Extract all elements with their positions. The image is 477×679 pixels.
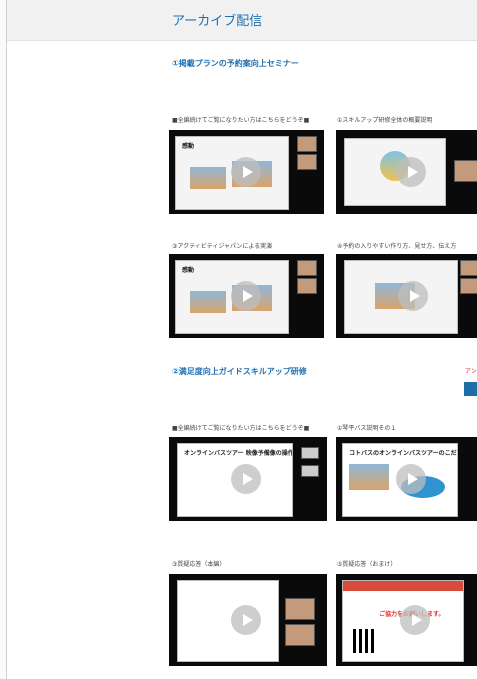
video-thumbnail[interactable]: 感動 — [169, 130, 324, 214]
video-thumbnail[interactable]: 感動 — [169, 254, 324, 338]
photo — [190, 291, 226, 313]
video-caption: ⑤質疑応答（おまけ） — [337, 561, 397, 568]
video-caption: ③アクティビティジャパンによる実演 — [172, 243, 273, 250]
video-thumbnail[interactable]: オンラインバスツアー 映像予備像の操作 — [169, 437, 327, 521]
slide-title: オンラインバスツアー 映像予備像の操作 — [184, 450, 293, 457]
play-icon[interactable] — [231, 464, 261, 494]
video-thumbnail[interactable] — [336, 130, 477, 214]
play-icon[interactable] — [231, 157, 261, 187]
slide-title: 感動 — [182, 267, 195, 274]
qr-code-icon — [353, 629, 377, 653]
participant-video — [285, 598, 315, 620]
participant-video — [460, 278, 477, 294]
participant-video — [454, 160, 477, 182]
video-caption: ③質疑応答（本編） — [172, 561, 226, 568]
video-thumbnail[interactable] — [336, 254, 477, 338]
photo — [190, 167, 226, 189]
page-title: アーカイブ配信 — [172, 14, 263, 29]
play-icon[interactable] — [231, 281, 261, 311]
slide-title: コトバスのオンラインバスツアーのこだわり — [349, 450, 458, 457]
play-icon[interactable] — [396, 157, 426, 187]
video-caption: ①琴平バス説明その１ — [337, 425, 397, 432]
video-caption: ①スキルアップ研修全体の概要説明 — [337, 117, 433, 124]
participant-video — [297, 154, 317, 170]
video-caption: ④予約の入りやすい作り方、見せ方、伝え方 — [337, 243, 457, 250]
video-thumbnail[interactable] — [169, 574, 327, 666]
video-thumbnail[interactable]: ご協力をお願いします。 — [336, 574, 477, 666]
play-icon[interactable] — [396, 464, 426, 494]
slide-preview — [344, 138, 446, 206]
participant-video — [301, 447, 319, 459]
window-left-border — [0, 0, 7, 679]
video-caption: ■全編続けてご覧になりたい方はこちらをどうぞ■ — [172, 425, 310, 432]
play-icon[interactable] — [231, 605, 261, 635]
participant-video — [297, 278, 317, 294]
video-thumbnail[interactable]: コトバスのオンラインバスツアーのこだわり — [336, 437, 477, 521]
photo — [349, 464, 389, 490]
play-icon[interactable] — [398, 281, 428, 311]
edge-button[interactable] — [464, 382, 477, 396]
slide-title: 感動 — [182, 143, 195, 150]
participant-video — [285, 624, 315, 646]
edge-text: アン — [465, 368, 477, 375]
slide-preview — [177, 580, 279, 662]
participant-video — [301, 465, 319, 477]
participant-video — [460, 260, 477, 276]
video-caption: ■全編続けてご覧になりたい方はこちらをどうぞ■ — [172, 117, 310, 124]
section-title: ①掲載プランの予約案向上セミナー — [172, 59, 299, 68]
participant-video — [297, 136, 317, 152]
participant-video — [297, 260, 317, 276]
archive-header: アーカイブ配信 — [7, 0, 477, 41]
slide-banner — [343, 581, 463, 591]
play-icon[interactable] — [400, 605, 430, 635]
section-title: ②満足度向上ガイドスキルアップ研修 — [172, 367, 307, 376]
